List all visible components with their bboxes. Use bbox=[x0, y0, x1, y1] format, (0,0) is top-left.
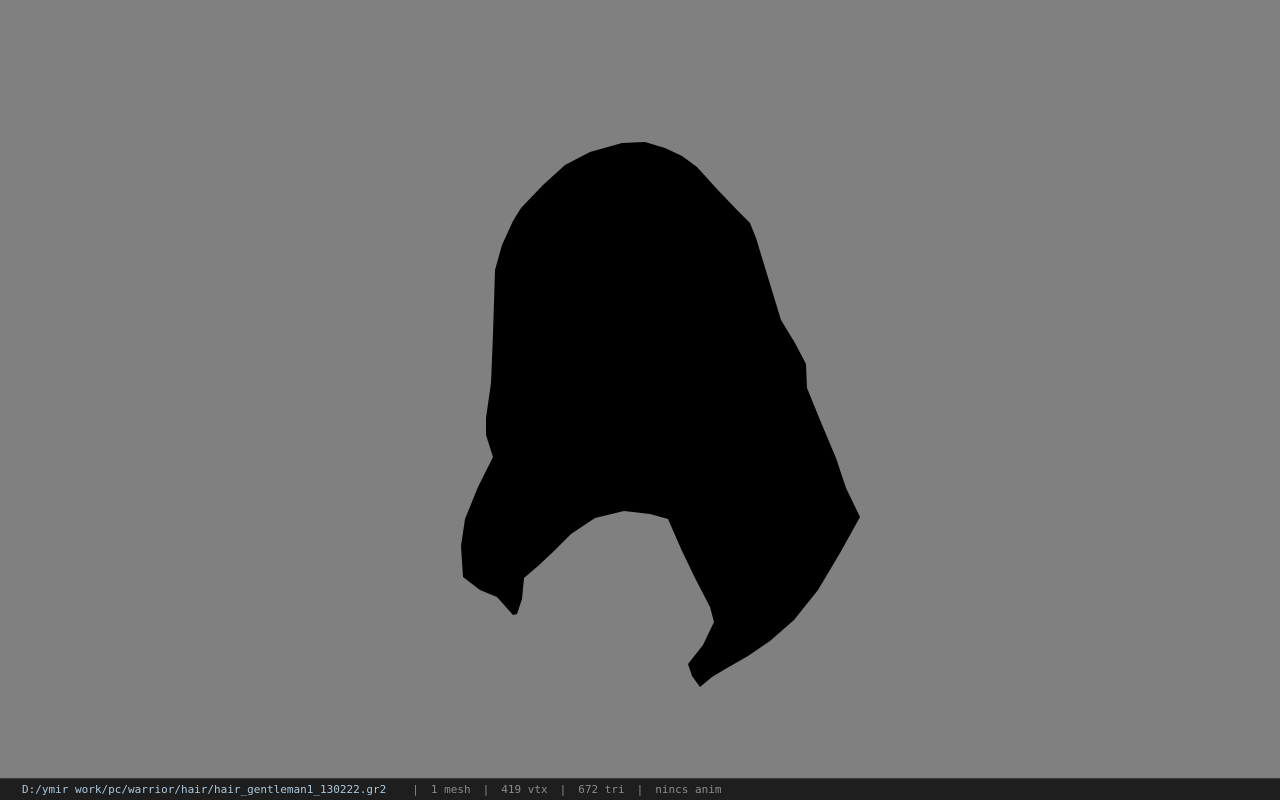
file-path: D:/ymir work/pc/warrior/hair/hair_gentle… bbox=[22, 783, 387, 796]
vertex-count: 419 vtx bbox=[501, 783, 548, 796]
hair-mesh-silhouette bbox=[461, 142, 860, 687]
mesh-count: 1 mesh bbox=[430, 783, 471, 796]
separator: | bbox=[482, 783, 490, 796]
viewport-canvas[interactable] bbox=[0, 0, 1280, 778]
separator: | bbox=[412, 783, 419, 796]
status-bar: D:/ymir work/pc/warrior/hair/hair_gentle… bbox=[0, 778, 1280, 800]
separator: | bbox=[636, 783, 644, 796]
triangle-count: 672 tri bbox=[578, 783, 625, 796]
3d-viewport[interactable] bbox=[0, 0, 1280, 778]
animation-status: nincs anim bbox=[655, 783, 722, 796]
separator: | bbox=[559, 783, 567, 796]
